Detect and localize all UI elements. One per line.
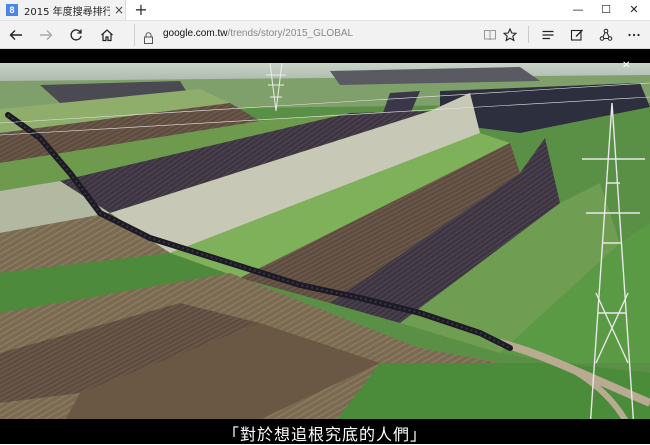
refresh-icon (70, 29, 82, 41)
expand-icon[interactable]: ✕ (622, 60, 630, 71)
close-window-button[interactable]: ✕ (620, 0, 648, 20)
navigation-bar: google.com.tw/trends/story/2015_GLOBAL (0, 21, 650, 49)
web-note-button[interactable] (567, 25, 587, 45)
lock-icon (143, 29, 154, 48)
favorite-button[interactable] (500, 25, 520, 45)
favicon-icon: 8 (6, 4, 18, 16)
more-icon (628, 33, 640, 37)
favorite-star-icon (503, 28, 517, 42)
refresh-button[interactable] (66, 25, 86, 45)
share-icon (599, 28, 613, 41)
forward-arrow-icon (40, 30, 53, 40)
home-button[interactable] (97, 25, 117, 45)
video-frame[interactable] (0, 63, 650, 429)
hub-button[interactable] (538, 25, 558, 45)
new-tab-button[interactable]: + (132, 0, 150, 20)
hub-icon (542, 30, 554, 40)
forward-button[interactable] (36, 25, 56, 45)
page-top-strip (0, 49, 650, 63)
maximize-button[interactable]: ☐ (592, 0, 620, 20)
back-arrow-icon (9, 30, 22, 40)
back-button[interactable] (6, 25, 26, 45)
web-note-icon (570, 29, 583, 41)
reading-view-icon (484, 30, 496, 41)
url-text: google.com.tw/trends/story/2015_GLOBAL (163, 28, 353, 39)
title-bar: 8 2015 年度搜尋排行! × + — ☐ ✕ (0, 0, 650, 21)
video-subtitle: 「對於想追根究底的人們」 (222, 425, 427, 444)
minimize-button[interactable]: — (564, 0, 592, 20)
share-button[interactable] (596, 25, 616, 45)
url-path: /trends/story/2015_GLOBAL (227, 28, 354, 39)
more-button[interactable] (624, 25, 644, 45)
home-icon (101, 29, 113, 42)
toolbar-divider (528, 26, 529, 43)
browser-tab[interactable]: 8 2015 年度搜尋排行! × (0, 0, 126, 20)
url-domain: google.com.tw (163, 28, 228, 39)
reading-view-button[interactable] (480, 25, 500, 45)
address-bar[interactable]: google.com.tw/trends/story/2015_GLOBAL (134, 24, 471, 46)
aerial-field-image (0, 63, 650, 429)
tab-close-icon[interactable]: × (114, 3, 124, 17)
tab-title: 2015 年度搜尋排行! (24, 6, 110, 18)
